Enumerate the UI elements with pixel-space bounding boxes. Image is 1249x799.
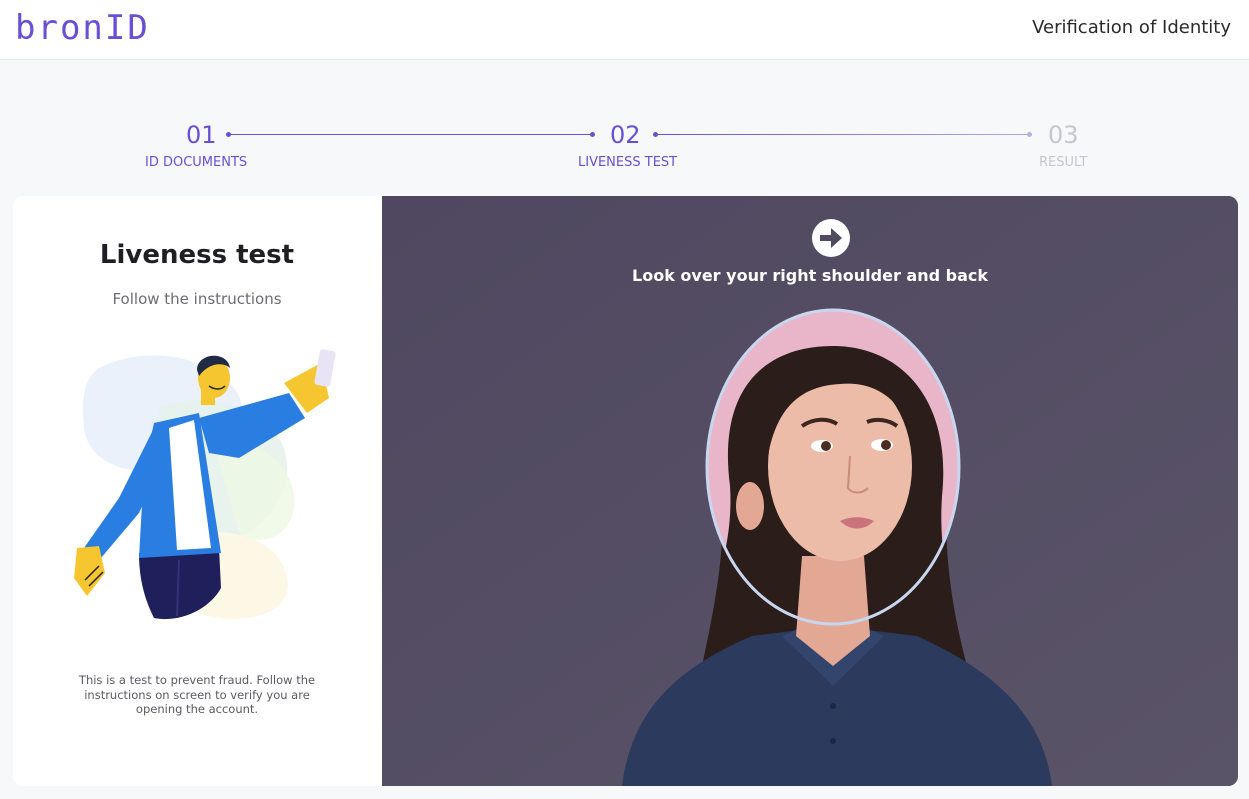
person-taking-selfie-illustration (74, 349, 336, 620)
brand-logo[interactable]: bronID (15, 8, 150, 48)
connector-end-dot (590, 132, 595, 137)
step-3-number: 03 (1048, 121, 1079, 149)
card-subtitle: Follow the instructions (112, 290, 282, 308)
arrow-right-circle-icon (812, 219, 850, 257)
step-connector-1 (230, 134, 592, 135)
progress-stepper: 01 ID DOCUMENTS 02 LIVENESS TEST 03 RESU… (0, 110, 1249, 180)
fraud-prevention-note: This is a test to prevent fraud. Follow … (78, 673, 316, 716)
step-2-number: 02 (610, 121, 641, 149)
step-2-label: LIVENESS TEST (578, 155, 678, 170)
liveness-info-card: Liveness test Follow the instructions Th… (13, 196, 391, 786)
step-1-number: 01 (186, 121, 217, 149)
liveness-instruction: Look over your right shoulder and back (632, 266, 988, 285)
card-title: Liveness test (99, 240, 295, 270)
camera-view-panel: Look over your right shoulder and back (382, 196, 1238, 786)
page-title: Verification of Identity (1032, 17, 1231, 38)
connector-end-dot (1027, 132, 1032, 137)
step-1-label: ID DOCUMENTS (145, 155, 248, 170)
top-bar: bronID Verification of Identity (0, 0, 1249, 60)
step-3-label: RESULT (1039, 155, 1088, 170)
step-connector-2 (657, 134, 1029, 135)
